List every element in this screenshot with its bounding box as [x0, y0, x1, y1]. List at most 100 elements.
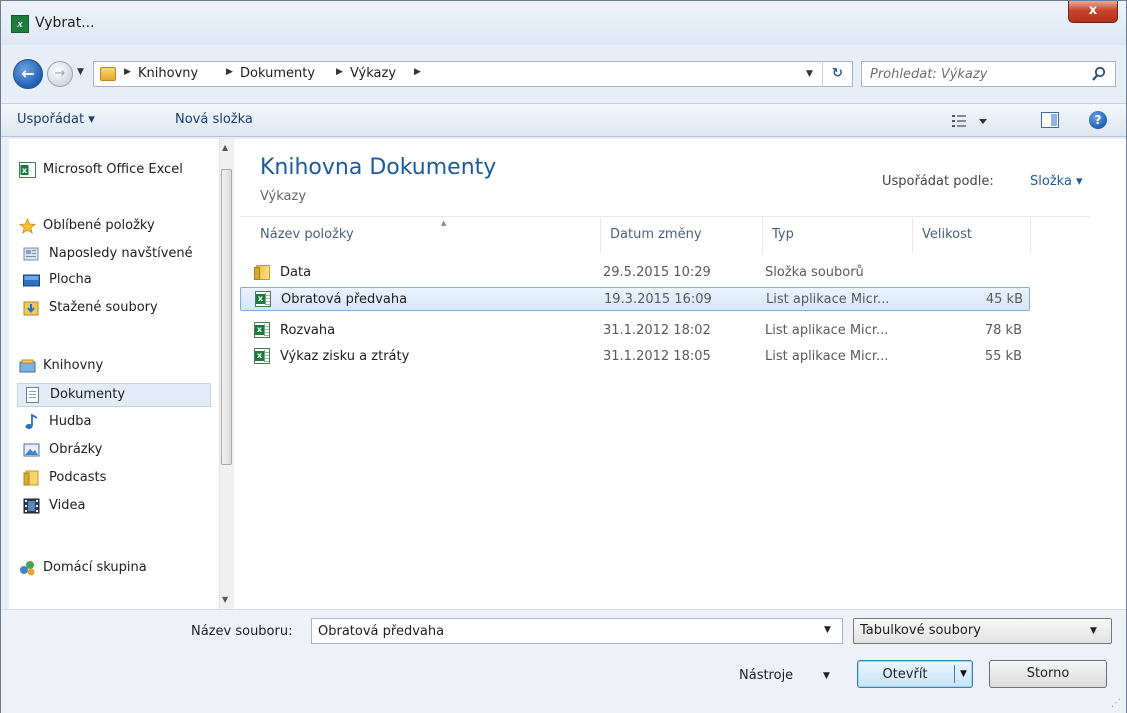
file-open-dialog: x Vybrat... x ← → ▼ ▶ Knihovny ▶ Dokumen…	[0, 0, 1127, 713]
column-header-date[interactable]: Datum změny	[610, 227, 702, 242]
cancel-button[interactable]: Storno	[989, 660, 1107, 688]
open-button[interactable]: Otevřít ▼	[857, 660, 973, 688]
folder-icon	[23, 470, 39, 486]
forward-button[interactable]: →	[47, 61, 73, 87]
nav-item-music[interactable]: Hudba	[9, 411, 209, 435]
nav-item-desktop[interactable]: Plocha	[9, 269, 209, 293]
library-subtitle: Výkazy	[260, 189, 307, 204]
column-header-type[interactable]: Typ	[772, 227, 794, 242]
history-dropdown-icon[interactable]: ▼	[77, 67, 84, 77]
filetype-select[interactable]: Tabulkové soubory ▼	[853, 618, 1112, 644]
preview-pane-icon[interactable]	[1041, 112, 1059, 128]
search-input[interactable]	[862, 62, 1082, 86]
filename-label: Název souboru:	[191, 624, 293, 639]
search-box[interactable]	[861, 61, 1116, 87]
refresh-icon[interactable]: ↻	[822, 62, 852, 86]
library-title: Knihovna Dokumenty	[260, 155, 497, 180]
chevron-right-icon[interactable]: ▶	[124, 67, 131, 77]
command-bar: Uspořádat ▾ Nová složka ?	[1, 103, 1126, 137]
nav-item-label: Oblíbené položky	[43, 218, 155, 233]
chevron-right-icon[interactable]: ▶	[226, 67, 233, 77]
chevron-right-icon[interactable]: ▶	[414, 67, 421, 77]
chevron-down-icon[interactable]: ▼	[824, 625, 831, 635]
back-button[interactable]: ←	[13, 59, 43, 89]
documents-icon	[26, 387, 39, 403]
column-header-size[interactable]: Velikost	[922, 227, 972, 242]
nav-item-label: Knihovny	[43, 358, 104, 373]
column-divider[interactable]	[1030, 217, 1031, 253]
column-divider[interactable]	[762, 217, 763, 253]
filename-combobox[interactable]: ▼	[311, 618, 843, 644]
nav-item-excel[interactable]: x Microsoft Office Excel	[9, 159, 209, 183]
excel-file-icon: x	[254, 322, 272, 339]
nav-item-homegroup[interactable]: Domácí skupina	[9, 557, 209, 581]
chevron-down-icon[interactable]: ▼	[960, 669, 967, 679]
organize-button[interactable]: Uspořádat ▾	[17, 112, 95, 127]
chevron-down-icon[interactable]: ▼	[1090, 626, 1097, 636]
file-row[interactable]: x Rozvaha 31.1.2012 18:02 List aplikace …	[240, 319, 1030, 343]
tools-button[interactable]: Nástroje	[739, 668, 793, 683]
nav-item-libraries[interactable]: Knihovny	[9, 355, 209, 379]
breadcrumb-libraries[interactable]: Knihovny	[138, 66, 198, 81]
nav-item-podcasts[interactable]: Podcasts	[9, 467, 209, 491]
file-name: Obratová předvaha	[281, 292, 408, 307]
breadcrumb-reports[interactable]: Výkazy	[350, 66, 396, 81]
close-button[interactable]: x	[1068, 1, 1118, 23]
videos-icon	[23, 498, 40, 514]
svg-text:x: x	[22, 166, 28, 175]
nav-item-label: Domácí skupina	[43, 560, 147, 575]
file-type: List aplikace Micr...	[765, 323, 889, 338]
libraries-icon	[19, 359, 36, 373]
file-row[interactable]: Data 29.5.2015 10:29 Složka souborů	[240, 261, 1030, 285]
nav-item-favorites[interactable]: Oblíbené položky	[9, 215, 209, 239]
nav-item-label: Naposledy navštívené	[49, 246, 193, 261]
star-icon	[19, 218, 36, 234]
column-divider[interactable]	[600, 217, 601, 253]
arrange-by-dropdown[interactable]: Složka ▾	[1030, 174, 1083, 189]
scroll-thumb[interactable]	[221, 169, 232, 465]
view-options-icon[interactable]	[951, 113, 991, 129]
chevron-right-icon[interactable]: ▶	[336, 67, 343, 77]
excel-icon: x	[19, 162, 36, 178]
nav-item-label: Plocha	[49, 272, 92, 287]
nav-scrollbar[interactable]: ▲ ▼	[219, 139, 233, 609]
folder-icon	[254, 264, 272, 281]
column-header-name[interactable]: Název položky	[260, 227, 354, 242]
address-dropdown-icon[interactable]: ▼	[806, 69, 813, 79]
search-icon[interactable]	[1088, 66, 1110, 82]
filetype-value: Tabulkové soubory	[860, 623, 981, 638]
nav-item-downloads[interactable]: Stažené soubory	[9, 297, 209, 321]
breadcrumb-documents[interactable]: Dokumenty	[240, 66, 315, 81]
scroll-up-icon[interactable]: ▲	[222, 143, 228, 152]
file-row-selected[interactable]: x Obratová předvaha 19.3.2015 16:09 List…	[240, 287, 1030, 311]
file-size: 78 kB	[984, 323, 1022, 338]
nav-item-label: Dokumenty	[50, 387, 126, 402]
file-row[interactable]: x Výkaz zisku a ztráty 31.1.2012 18:05 L…	[240, 345, 1030, 369]
nav-item-label: Stažené soubory	[49, 300, 158, 315]
excel-icon: x	[11, 15, 29, 33]
split-divider	[954, 665, 955, 683]
resize-grip-icon[interactable]: ⋰	[1111, 698, 1121, 709]
new-folder-button[interactable]: Nová složka	[175, 112, 253, 127]
file-name: Výkaz zisku a ztráty	[280, 349, 410, 364]
open-button-label: Otevřít	[882, 667, 928, 682]
help-icon[interactable]: ?	[1089, 111, 1107, 129]
nav-item-label: Hudba	[49, 414, 92, 429]
nav-item-videos[interactable]: Videa	[9, 495, 209, 519]
scroll-down-icon[interactable]: ▼	[222, 595, 228, 604]
file-date: 29.5.2015 10:29	[603, 265, 711, 280]
chevron-down-icon[interactable]: ▼	[823, 671, 830, 681]
desktop-icon	[23, 274, 40, 287]
nav-item-pictures[interactable]: Obrázky	[9, 439, 209, 463]
title-bar: x Vybrat... x	[1, 1, 1126, 45]
nav-item-documents[interactable]: Dokumenty	[17, 383, 211, 407]
file-type: Složka souborů	[765, 265, 864, 280]
nav-item-recent-places[interactable]: Naposledy navštívené	[9, 243, 209, 267]
nav-item-label: Obrázky	[49, 442, 103, 457]
navigation-pane: x Microsoft Office Excel Oblíbené položk…	[9, 139, 233, 609]
filename-input[interactable]	[312, 619, 812, 643]
column-divider[interactable]	[912, 217, 913, 253]
file-list-area: Knihovna Dokumenty Výkazy Uspořádat podl…	[234, 139, 1126, 609]
folder-icon	[100, 67, 116, 81]
address-bar[interactable]: ▶ Knihovny ▶ Dokumenty ▶ Výkazy ▶ ▼ ↻	[93, 61, 853, 87]
